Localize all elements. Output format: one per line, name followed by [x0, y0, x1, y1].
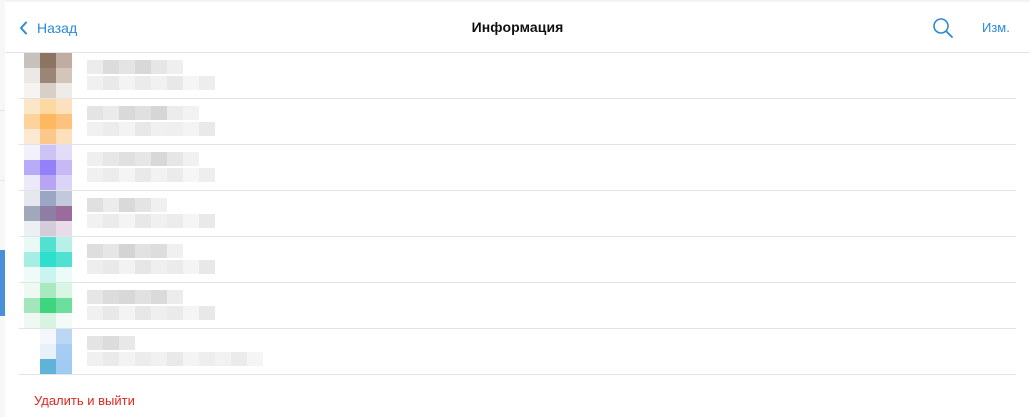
member-name-blurred: [87, 290, 183, 304]
member-row[interactable]: [19, 53, 1016, 99]
member-status-blurred: [87, 168, 215, 182]
delete-and-leave-button[interactable]: Удалить и выйти: [34, 393, 135, 408]
member-status-blurred: [87, 352, 263, 366]
member-list: [5, 53, 1030, 375]
member-row[interactable]: [19, 145, 1016, 191]
avatar: [24, 191, 72, 236]
member-name-blurred: [87, 198, 167, 212]
search-icon: [931, 18, 955, 44]
member-name-blurred: [87, 152, 199, 166]
member-name-blurred: [87, 106, 199, 120]
member-row[interactable]: [19, 329, 1016, 375]
page-title: Информация: [471, 19, 564, 35]
member-row[interactable]: [19, 99, 1016, 145]
avatar: [24, 53, 72, 98]
member-status-blurred: [87, 76, 215, 90]
member-status-blurred: [87, 214, 215, 228]
edit-button[interactable]: Изм.: [982, 20, 1010, 35]
member-status-blurred: [87, 260, 215, 274]
member-name-blurred: [87, 244, 183, 258]
avatar: [24, 237, 72, 282]
header-bar: Назад Информация Изм.: [5, 2, 1030, 53]
member-row[interactable]: [19, 283, 1016, 329]
member-row[interactable]: [19, 237, 1016, 283]
avatar: [24, 99, 72, 144]
avatar: [24, 145, 72, 190]
member-row[interactable]: [19, 191, 1016, 237]
member-name-blurred: [87, 60, 183, 74]
member-status-blurred: [87, 306, 215, 320]
avatar: [24, 283, 72, 328]
member-status-blurred: [87, 122, 215, 136]
search-button[interactable]: [931, 16, 955, 40]
avatar: [24, 329, 72, 374]
member-name-blurred: [87, 336, 135, 350]
chat-info-window: Назад Информация Изм. Удалить и выйти: [0, 0, 1030, 417]
